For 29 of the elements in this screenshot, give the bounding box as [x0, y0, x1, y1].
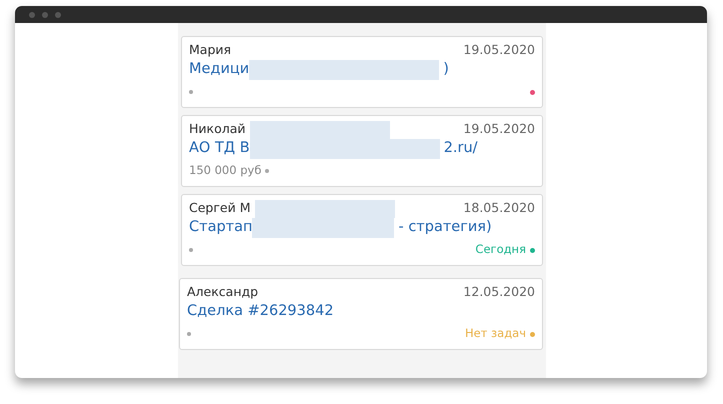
deal-title-link[interactable]: Сделка #26293842	[187, 301, 334, 323]
status-dot	[189, 248, 193, 252]
contact-name: Николай	[189, 120, 246, 138]
task-status: Нет задач	[464, 325, 526, 342]
task-status: Сегодня	[475, 241, 526, 258]
deal-title-link[interactable]: Стартап	[189, 217, 252, 239]
window-dot	[29, 12, 35, 18]
deal-title-link[interactable]: - стратегия)	[398, 217, 492, 239]
deal-card[interactable]: Александр 12.05.2020 Сделка #26293842 Нет задач	[179, 278, 543, 350]
deal-card[interactable]: Николай 19.05.2020 АО ТД В 2.ru/ 150 000 руб	[181, 115, 543, 187]
deal-title-link[interactable]: )	[443, 59, 449, 81]
deal-date: 19.05.2020	[463, 120, 535, 138]
contact-name: Мария	[189, 41, 232, 60]
deal-date: 19.05.2020	[463, 41, 535, 60]
deal-title-link[interactable]: Медици	[189, 59, 250, 81]
status-dot	[189, 90, 193, 94]
deal-card[interactable]: Сергей М 18.05.2020 Стартап - стратегия) Сегодня	[181, 194, 543, 266]
deal-title-link[interactable]: 2.ru/	[444, 138, 478, 160]
deal-amount: 150 000 руб	[189, 162, 262, 180]
deal-date: 18.05.2020	[463, 199, 535, 218]
window-dot	[55, 12, 61, 18]
window-dot	[42, 12, 48, 18]
contact-name: Александр	[187, 283, 258, 302]
status-dot	[265, 169, 270, 173]
deal-title-link[interactable]: АО ТД В	[189, 138, 250, 160]
status-dot	[187, 332, 191, 336]
contact-name: Сергей М	[189, 199, 250, 218]
deal-card[interactable]: Мария 19.05.2020 Медици )	[181, 36, 543, 108]
deal-date: 12.05.2020	[463, 283, 535, 302]
